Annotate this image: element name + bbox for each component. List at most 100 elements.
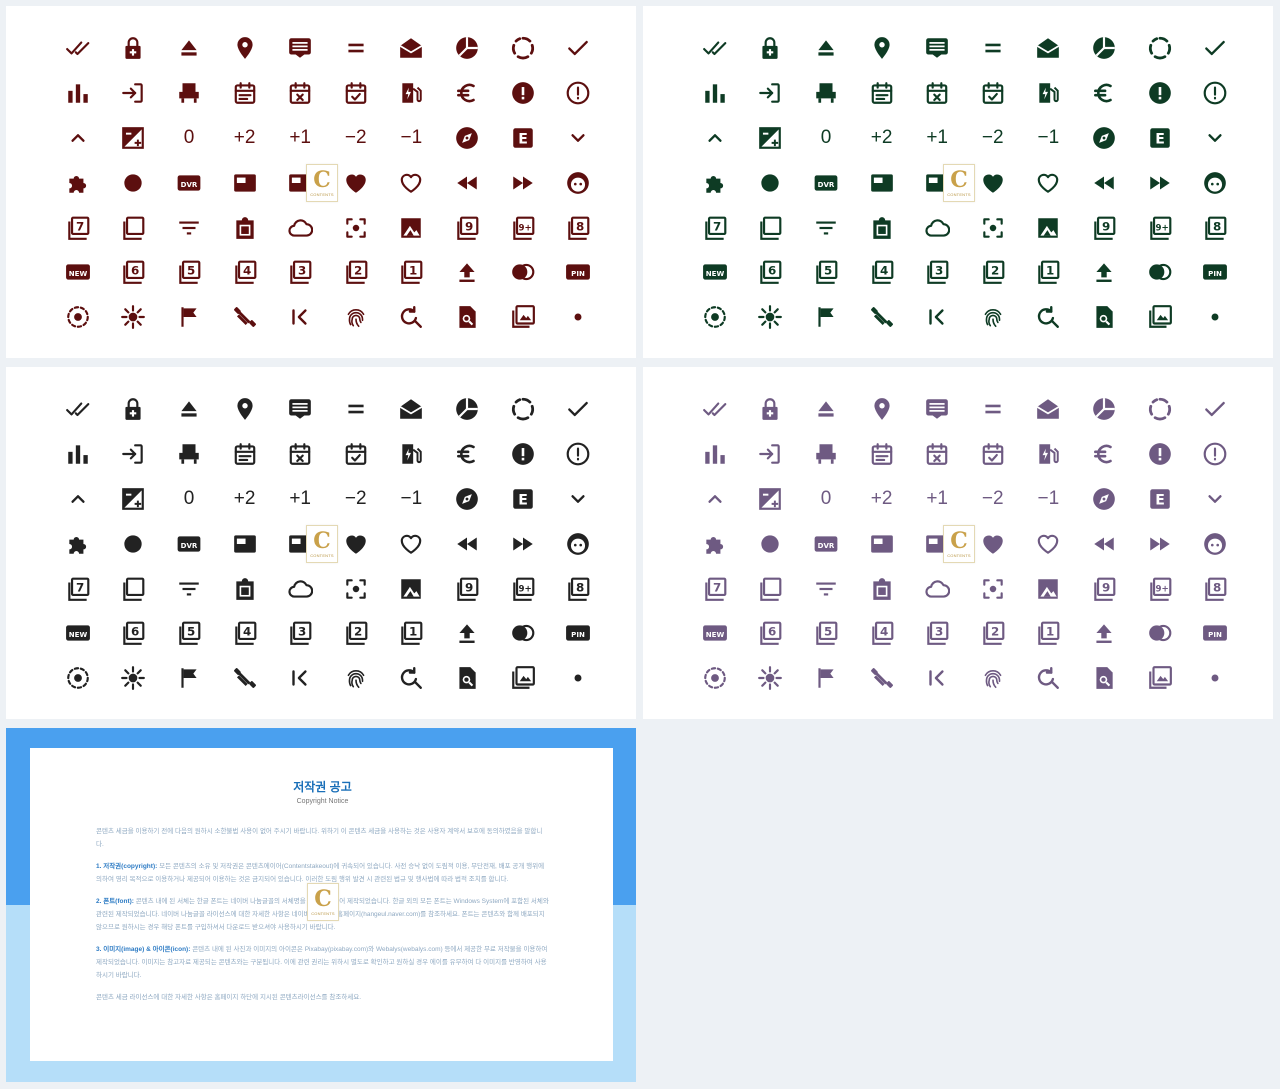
number-label-text: +2 (233, 487, 256, 509)
clipboard-icon (854, 205, 910, 250)
find-replace-icon (384, 656, 440, 701)
svg-text:8: 8 (576, 219, 584, 233)
find-replace-icon (1021, 295, 1077, 340)
dumbbell-icon (217, 295, 273, 340)
watermark-logo: C CONTENTS (943, 525, 975, 563)
cloud-outline-icon (909, 205, 965, 250)
filter-9-plus-icon: 9+ (495, 205, 551, 250)
dot-small-icon (550, 656, 606, 701)
pie-chart-icon (439, 387, 495, 432)
equals-icon (328, 26, 384, 71)
login-icon (743, 71, 799, 116)
chevron-up-icon (50, 477, 106, 522)
dvr-icon: DVR (161, 160, 217, 205)
svg-text:9+: 9+ (518, 223, 531, 233)
svg-text:2: 2 (991, 264, 999, 278)
pin-badge-icon: PIN (1187, 611, 1243, 656)
message-list-icon (909, 387, 965, 432)
dumbbell-icon (854, 656, 910, 701)
filter-5-icon: 5 (161, 250, 217, 295)
number-label-text: −2 (344, 126, 367, 148)
clipboard-icon (217, 566, 273, 611)
square-outline-icon (743, 566, 799, 611)
letter-e-box-icon: E (495, 116, 551, 161)
skip-previous-icon (909, 295, 965, 340)
pin-badge-icon: PIN (550, 611, 606, 656)
dumbbell-icon (854, 295, 910, 340)
svg-text:5: 5 (824, 264, 832, 278)
compass-icon (439, 116, 495, 161)
face-icon (1187, 521, 1243, 566)
cloud-outline-icon (909, 566, 965, 611)
heart-outline-icon (1021, 160, 1077, 205)
number-label-text: +2 (870, 487, 893, 509)
puzzle-icon (687, 160, 743, 205)
eject-icon (798, 26, 854, 71)
letter-e-box-icon: E (495, 477, 551, 522)
filter-1-icon: 1 (384, 611, 440, 656)
filter-9-icon: 9 (439, 566, 495, 611)
calendar-remove-icon (272, 432, 328, 477)
filter-4-icon: 4 (217, 250, 273, 295)
cloud-outline-icon (272, 566, 328, 611)
icon-panel-purple: 0 +2 +1 −2 −1 E DVR 7 9 9+ 8 NEW 6 5 4 3 2 1 PIN C CONTENT… (643, 367, 1273, 719)
svg-text:6: 6 (768, 264, 776, 278)
number-label-text: +2 (233, 126, 256, 148)
pie-chart-icon (1076, 26, 1132, 71)
skip-previous-icon (909, 656, 965, 701)
fast-forward-icon (1132, 160, 1188, 205)
eject-icon (798, 387, 854, 432)
compass-icon (1076, 477, 1132, 522)
double-check-icon (687, 387, 743, 432)
chevron-down-icon (1187, 116, 1243, 161)
number-label-text: 0 (820, 487, 832, 509)
svg-text:8: 8 (576, 580, 584, 594)
svg-text:3: 3 (935, 264, 943, 278)
dot-small-icon (1187, 656, 1243, 701)
notice-section-image: 3. 이미지(image) & 아이콘(icon): 콘텐츠 내에 된 사진과 … (96, 946, 548, 979)
bar-chart-icon (50, 432, 106, 477)
image-filter-icon (1021, 566, 1077, 611)
envelope-open-icon (384, 26, 440, 71)
toggle-switch-icon (495, 250, 551, 295)
svg-text:6: 6 (768, 625, 776, 639)
login-icon (106, 71, 162, 116)
number-label-text: +1 (926, 126, 948, 148)
pie-chart-icon (1076, 387, 1132, 432)
center-focus-icon (965, 205, 1021, 250)
svg-text:2: 2 (354, 625, 362, 639)
number-label-text: −2 (344, 487, 367, 509)
svg-text:DVR: DVR (818, 541, 835, 550)
number-label: 0 (161, 116, 217, 161)
cloud-outline-icon (272, 205, 328, 250)
svg-text:4: 4 (880, 264, 888, 278)
pie-chart-icon (439, 26, 495, 71)
alert-circle-filled-icon (1132, 71, 1188, 116)
svg-text:NEW: NEW (706, 269, 725, 278)
envelope-open-icon (384, 387, 440, 432)
filter-6-icon: 6 (743, 611, 799, 656)
filter-3-icon: 3 (272, 611, 328, 656)
svg-text:E: E (518, 131, 528, 147)
filter-5-icon: 5 (798, 611, 854, 656)
number-label: −1 (384, 116, 440, 161)
file-search-icon (1076, 656, 1132, 701)
notice-subtitle: Copyright Notice (296, 798, 349, 805)
rewind-icon (439, 521, 495, 566)
equals-icon (965, 387, 1021, 432)
card-inverted-icon (217, 160, 273, 205)
svg-text:3: 3 (935, 625, 943, 639)
svg-text:NEW: NEW (69, 269, 88, 278)
filter-7-icon: 7 (687, 205, 743, 250)
watermark-logo: C CONTENTS (306, 164, 338, 202)
car-seat-icon (798, 432, 854, 477)
alert-circle-outline-icon (1187, 71, 1243, 116)
number-label-text: −1 (400, 487, 423, 509)
envelope-open-icon (1021, 387, 1077, 432)
car-seat-icon (161, 71, 217, 116)
number-label: +1 (272, 116, 328, 161)
flag-icon (798, 656, 854, 701)
image-multiple-icon (1132, 656, 1188, 701)
fingerprint-icon (328, 656, 384, 701)
rewind-icon (1076, 521, 1132, 566)
